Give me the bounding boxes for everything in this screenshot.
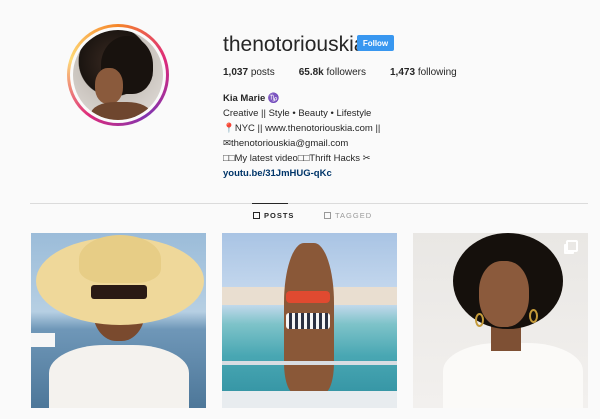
active-tab-indicator [252,203,288,204]
post-thumbnail[interactable] [31,233,206,408]
tab-tagged[interactable]: TAGGED [324,211,372,220]
profile-avatar[interactable] [67,24,169,126]
profile-bio: Kia Marie ♑ Creative || Style • Beauty •… [223,91,380,181]
tabs-divider [30,203,588,204]
following-stat[interactable]: 1,473 following [390,67,457,78]
bio-line: □□My latest video□□Thrift Hacks ✂ [223,153,371,164]
posts-stat: 1,037 posts [223,67,275,78]
profile-stats: 1,037 posts 65.8k followers 1,473 follow… [223,67,481,78]
tagged-icon [324,212,331,219]
bio-line: 📍NYC || www.thenotoriouskia.com || [223,123,381,134]
bio-link[interactable]: youtu.be/31JmHUG-qKc [223,166,380,181]
bio-line: Creative || Style • Beauty • Lifestyle [223,108,372,119]
avatar-photo [73,30,163,120]
follow-button[interactable]: Follow [357,35,394,51]
bio-line: ✉thenotoriouskia@gmail.com [223,138,349,149]
post-thumbnail[interactable] [413,233,588,408]
followers-stat[interactable]: 65.8k followers [299,67,366,78]
bio-name: Kia Marie ♑ [223,93,280,104]
profile-username: thenotoriouskia [223,33,366,56]
post-thumbnail[interactable] [222,233,397,408]
multiple-posts-icon [566,240,578,252]
grid-icon [253,212,260,219]
tab-posts[interactable]: POSTS [253,211,294,220]
